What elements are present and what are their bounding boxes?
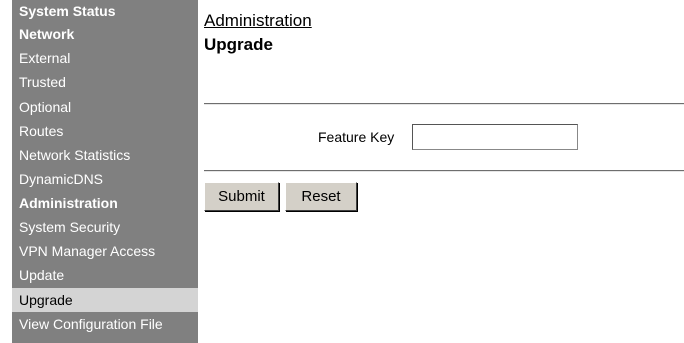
- sidebar-item-system-security[interactable]: System Security: [12, 215, 198, 239]
- submit-button[interactable]: Submit: [204, 182, 279, 211]
- feature-key-input[interactable]: [412, 124, 578, 150]
- divider-bottom: [204, 170, 684, 172]
- sidebar-item-update[interactable]: Update: [12, 263, 198, 287]
- sidebar: System Status Network External Trusted O…: [12, 0, 198, 343]
- sidebar-item-trusted[interactable]: Trusted: [12, 70, 198, 94]
- divider-top: [204, 103, 684, 105]
- sidebar-item-system-status[interactable]: System Status: [12, 0, 198, 23]
- page-title: Upgrade: [204, 35, 273, 54]
- sidebar-item-routes[interactable]: Routes: [12, 119, 198, 143]
- sidebar-item-view-configuration-file[interactable]: View Configuration File: [12, 312, 198, 336]
- reset-button[interactable]: Reset: [285, 182, 357, 211]
- sidebar-item-dynamicdns[interactable]: DynamicDNS: [12, 167, 198, 191]
- sidebar-item-external[interactable]: External: [12, 46, 198, 70]
- sidebar-item-vpn-manager-access[interactable]: VPN Manager Access: [12, 239, 198, 263]
- breadcrumb[interactable]: Administration: [204, 11, 312, 31]
- main-content: Administration Upgrade Feature Key Submi…: [204, 0, 684, 343]
- sidebar-item-network[interactable]: Network: [12, 23, 198, 46]
- feature-key-label: Feature Key: [318, 129, 395, 145]
- sidebar-item-upgrade[interactable]: Upgrade: [12, 287, 198, 312]
- sidebar-item-optional[interactable]: Optional: [12, 95, 198, 119]
- sidebar-item-network-statistics[interactable]: Network Statistics: [12, 143, 198, 167]
- sidebar-item-administration[interactable]: Administration: [12, 192, 198, 215]
